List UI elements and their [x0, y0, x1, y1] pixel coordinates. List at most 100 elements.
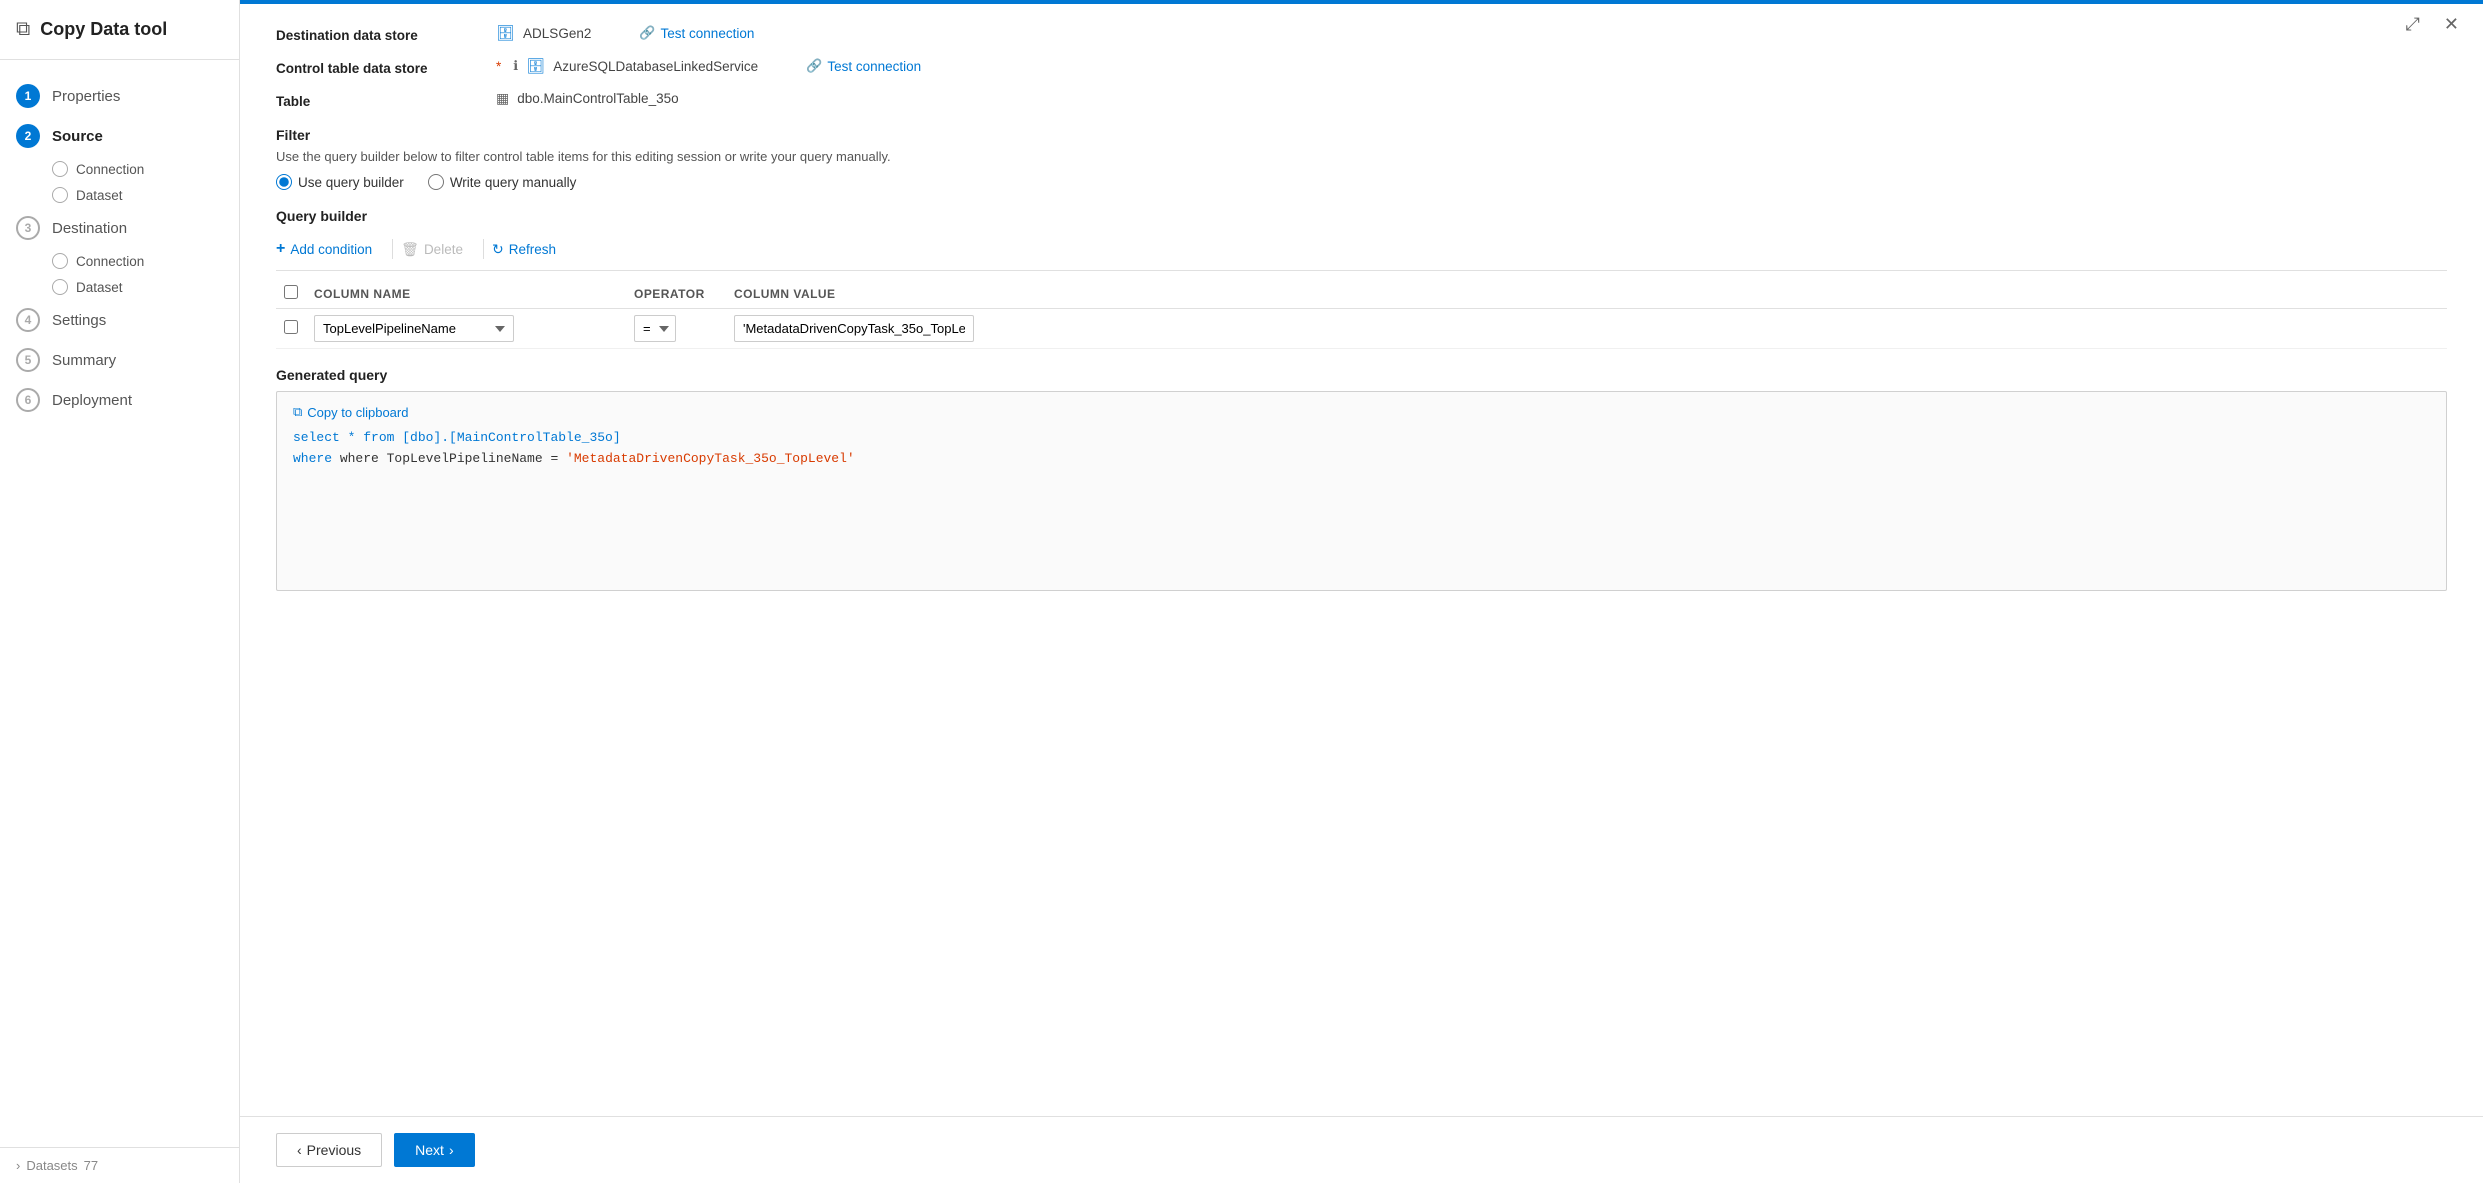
step-circle-1: 1 — [16, 84, 40, 108]
source-dataset-label: Dataset — [76, 188, 123, 203]
control-table-datastore-text: AzureSQLDatabaseLinkedService — [553, 59, 758, 74]
radio-use-query-builder[interactable]: Use query builder — [276, 174, 404, 190]
radio-builder-label: Use query builder — [298, 175, 404, 190]
dest-connection-item[interactable]: Connection — [52, 248, 239, 274]
sidebar-item-properties[interactable]: 1 Properties — [0, 76, 239, 116]
query-where-keyword: where — [293, 451, 340, 466]
source-dataset-circle — [52, 187, 68, 203]
col-checkbox-header — [276, 279, 306, 309]
sidebar-footer-label: Datasets — [26, 1158, 77, 1173]
row-checkbox-cell — [276, 309, 306, 349]
step-circle-3: 3 — [16, 216, 40, 240]
sidebar-item-summary[interactable]: 5 Summary — [0, 340, 239, 380]
delete-button[interactable]: 🗑 Delete — [401, 237, 475, 262]
destination-datastore-text: ADLSGen2 — [523, 26, 591, 41]
add-condition-label: Add condition — [290, 242, 372, 257]
sidebar-footer-number: 77 — [84, 1158, 98, 1173]
dest-dataset-item[interactable]: Dataset — [52, 274, 239, 300]
operator-select[interactable]: = — [634, 315, 676, 342]
filter-section-title: Filter — [276, 127, 2447, 143]
destination-test-connection-label: Test connection — [661, 26, 755, 41]
sidebar-item-settings[interactable]: 4 Settings — [0, 300, 239, 340]
sidebar: ⧉ Copy Data tool 1 Properties 2 Source C… — [0, 0, 240, 1183]
table-row-info: Table ▦ dbo.MainControlTable_35o — [276, 90, 2447, 109]
sidebar-item-label-source: Source — [52, 128, 103, 145]
table-label: Table — [276, 90, 496, 109]
control-table-datastore-label: Control table data store — [276, 57, 496, 76]
destination-datastore-row: Destination data store 🗄 ADLSGen2 🔗 Test… — [276, 24, 2447, 43]
control-test-connection-link[interactable]: 🔗 Test connection — [806, 58, 921, 74]
column-value-input[interactable] — [734, 315, 974, 342]
step-circle-5: 5 — [16, 348, 40, 372]
control-table-datastore-value: * ℹ 🗄 AzureSQLDatabaseLinkedService 🔗 Te… — [496, 57, 921, 75]
destination-datastore-label: Destination data store — [276, 24, 496, 43]
copy-icon: ⧉ — [293, 404, 302, 420]
col-name-header: COLUMN NAME — [306, 279, 626, 309]
step-circle-6: 6 — [16, 388, 40, 412]
adls-icon: 🗄 — [496, 24, 515, 42]
column-value-cell — [726, 309, 2447, 349]
step-circle-4: 4 — [16, 308, 40, 332]
dest-dataset-label: Dataset — [76, 280, 123, 295]
copy-to-clipboard-label: Copy to clipboard — [307, 405, 408, 420]
destination-test-connection-link[interactable]: 🔗 Test connection — [639, 25, 754, 41]
query-builder-title: Query builder — [276, 208, 2447, 224]
source-dataset-item[interactable]: Dataset — [52, 182, 239, 208]
radio-manual-input[interactable] — [428, 174, 444, 190]
query-line-2-red: 'MetadataDrivenCopyTask_35o_TopLevel' — [566, 451, 855, 466]
required-star: * — [496, 59, 501, 74]
delete-label: Delete — [424, 242, 463, 257]
query-builder-toolbar: + Add condition 🗑 Delete ↻ Refresh — [276, 236, 2447, 271]
table-icon: ▦ — [496, 90, 509, 107]
sidebar-item-label-summary: Summary — [52, 352, 116, 369]
main-toolbar: ⤢ ✕ — [2402, 10, 2464, 39]
sidebar-title: Copy Data tool — [40, 19, 167, 40]
sidebar-item-source[interactable]: 2 Source — [0, 116, 239, 156]
trash-icon: 🗑 — [401, 241, 419, 258]
refresh-icon: ↻ — [492, 241, 504, 258]
source-connection-label: Connection — [76, 162, 144, 177]
sidebar-item-deployment[interactable]: 6 Deployment — [0, 380, 239, 420]
source-subnav: Connection Dataset — [0, 156, 239, 208]
close-button[interactable]: ✕ — [2440, 10, 2463, 39]
sidebar-footer[interactable]: › Datasets 77 — [0, 1147, 239, 1183]
previous-label: Previous — [307, 1142, 361, 1158]
sidebar-item-label-destination: Destination — [52, 220, 127, 237]
query-line-1: select * from [dbo].[MainControlTable_35… — [293, 428, 2430, 449]
generated-query-title: Generated query — [276, 367, 2447, 383]
radio-builder-input[interactable] — [276, 174, 292, 190]
generated-query-box: ⧉ Copy to clipboard select * from [dbo].… — [276, 391, 2447, 591]
table-name-text: dbo.MainControlTable_35o — [517, 91, 678, 106]
next-button[interactable]: Next › — [394, 1133, 474, 1167]
sidebar-item-label-settings: Settings — [52, 312, 106, 329]
source-connection-item[interactable]: Connection — [52, 156, 239, 182]
dest-connection-label: Connection — [76, 254, 144, 269]
info-icon: ℹ — [513, 58, 518, 74]
generated-query-code: select * from [dbo].[MainControlTable_35… — [293, 428, 2430, 470]
refresh-button[interactable]: ↻ Refresh — [492, 237, 568, 262]
query-builder-row-1: TopLevelPipelineName = — [276, 309, 2447, 349]
copy-data-icon: ⧉ — [16, 18, 30, 41]
chevron-left-icon: ‹ — [297, 1142, 302, 1158]
chevron-right-icon-next: › — [449, 1142, 454, 1158]
operator-cell: = — [626, 309, 726, 349]
destination-datastore-value: 🗄 ADLSGen2 🔗 Test connection — [496, 24, 754, 42]
row-checkbox[interactable] — [284, 320, 298, 334]
add-condition-button[interactable]: + Add condition — [276, 236, 384, 262]
column-name-select[interactable]: TopLevelPipelineName — [314, 315, 514, 342]
filter-description: Use the query builder below to filter co… — [276, 149, 2447, 164]
source-connection-circle — [52, 161, 68, 177]
main-panel: ⤢ ✕ Destination data store 🗄 ADLSGen2 🔗 … — [240, 0, 2483, 1183]
sidebar-item-destination[interactable]: 3 Destination — [0, 208, 239, 248]
toolbar-divider-2 — [483, 239, 484, 259]
expand-button[interactable]: ⤢ — [2402, 10, 2424, 39]
top-progress-bar — [240, 0, 2483, 4]
radio-write-manually[interactable]: Write query manually — [428, 174, 577, 190]
select-all-checkbox[interactable] — [284, 285, 298, 299]
copy-to-clipboard-button[interactable]: ⧉ Copy to clipboard — [293, 404, 408, 420]
col-operator-header: OPERATOR — [626, 279, 726, 309]
query-line-2-text: where TopLevelPipelineName = — [340, 451, 566, 466]
dest-connection-circle — [52, 253, 68, 269]
previous-button[interactable]: ‹ Previous — [276, 1133, 382, 1167]
sidebar-header: ⧉ Copy Data tool — [0, 0, 239, 60]
